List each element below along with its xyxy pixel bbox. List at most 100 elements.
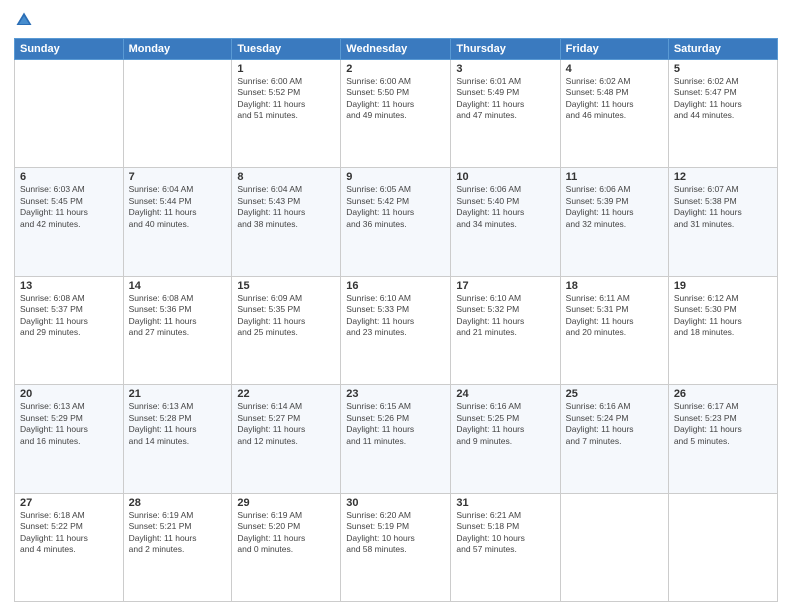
header: [14, 10, 778, 30]
day-detail: Sunrise: 6:02 AMSunset: 5:48 PMDaylight:…: [566, 76, 663, 122]
day-number: 9: [346, 171, 445, 183]
calendar-cell: [668, 493, 777, 601]
day-header-tuesday: Tuesday: [232, 39, 341, 60]
day-number: 22: [237, 388, 335, 400]
calendar-week-0: 1Sunrise: 6:00 AMSunset: 5:52 PMDaylight…: [15, 60, 778, 168]
day-number: 26: [674, 388, 772, 400]
calendar-cell: 20Sunrise: 6:13 AMSunset: 5:29 PMDayligh…: [15, 385, 124, 493]
calendar-cell: [560, 493, 668, 601]
calendar-cell: 29Sunrise: 6:19 AMSunset: 5:20 PMDayligh…: [232, 493, 341, 601]
calendar-cell: 9Sunrise: 6:05 AMSunset: 5:42 PMDaylight…: [341, 168, 451, 276]
day-number: 18: [566, 280, 663, 292]
day-detail: Sunrise: 6:05 AMSunset: 5:42 PMDaylight:…: [346, 184, 445, 230]
day-detail: Sunrise: 6:03 AMSunset: 5:45 PMDaylight:…: [20, 184, 118, 230]
day-detail: Sunrise: 6:11 AMSunset: 5:31 PMDaylight:…: [566, 293, 663, 339]
day-detail: Sunrise: 6:00 AMSunset: 5:52 PMDaylight:…: [237, 76, 335, 122]
day-detail: Sunrise: 6:02 AMSunset: 5:47 PMDaylight:…: [674, 76, 772, 122]
day-number: 5: [674, 63, 772, 75]
calendar-cell: 28Sunrise: 6:19 AMSunset: 5:21 PMDayligh…: [123, 493, 232, 601]
day-number: 12: [674, 171, 772, 183]
day-detail: Sunrise: 6:13 AMSunset: 5:29 PMDaylight:…: [20, 401, 118, 447]
day-detail: Sunrise: 6:06 AMSunset: 5:40 PMDaylight:…: [456, 184, 554, 230]
day-detail: Sunrise: 6:04 AMSunset: 5:43 PMDaylight:…: [237, 184, 335, 230]
day-detail: Sunrise: 6:06 AMSunset: 5:39 PMDaylight:…: [566, 184, 663, 230]
day-detail: Sunrise: 6:19 AMSunset: 5:21 PMDaylight:…: [129, 510, 227, 556]
calendar-cell: 21Sunrise: 6:13 AMSunset: 5:28 PMDayligh…: [123, 385, 232, 493]
day-number: 14: [129, 280, 227, 292]
day-detail: Sunrise: 6:16 AMSunset: 5:24 PMDaylight:…: [566, 401, 663, 447]
calendar-page: SundayMondayTuesdayWednesdayThursdayFrid…: [0, 0, 792, 612]
day-detail: Sunrise: 6:08 AMSunset: 5:36 PMDaylight:…: [129, 293, 227, 339]
day-detail: Sunrise: 6:09 AMSunset: 5:35 PMDaylight:…: [237, 293, 335, 339]
day-header-friday: Friday: [560, 39, 668, 60]
calendar-cell: 13Sunrise: 6:08 AMSunset: 5:37 PMDayligh…: [15, 276, 124, 384]
calendar-cell: 14Sunrise: 6:08 AMSunset: 5:36 PMDayligh…: [123, 276, 232, 384]
calendar-cell: 4Sunrise: 6:02 AMSunset: 5:48 PMDaylight…: [560, 60, 668, 168]
calendar-cell: 1Sunrise: 6:00 AMSunset: 5:52 PMDaylight…: [232, 60, 341, 168]
day-number: 23: [346, 388, 445, 400]
day-detail: Sunrise: 6:20 AMSunset: 5:19 PMDaylight:…: [346, 510, 445, 556]
day-number: 31: [456, 497, 554, 509]
day-number: 17: [456, 280, 554, 292]
day-header-monday: Monday: [123, 39, 232, 60]
day-header-sunday: Sunday: [15, 39, 124, 60]
calendar-cell: 16Sunrise: 6:10 AMSunset: 5:33 PMDayligh…: [341, 276, 451, 384]
day-number: 30: [346, 497, 445, 509]
day-number: 3: [456, 63, 554, 75]
calendar-table: SundayMondayTuesdayWednesdayThursdayFrid…: [14, 38, 778, 602]
day-number: 6: [20, 171, 118, 183]
day-number: 15: [237, 280, 335, 292]
calendar-cell: 11Sunrise: 6:06 AMSunset: 5:39 PMDayligh…: [560, 168, 668, 276]
day-detail: Sunrise: 6:12 AMSunset: 5:30 PMDaylight:…: [674, 293, 772, 339]
calendar-cell: 25Sunrise: 6:16 AMSunset: 5:24 PMDayligh…: [560, 385, 668, 493]
day-number: 25: [566, 388, 663, 400]
calendar-cell: 5Sunrise: 6:02 AMSunset: 5:47 PMDaylight…: [668, 60, 777, 168]
calendar-cell: 8Sunrise: 6:04 AMSunset: 5:43 PMDaylight…: [232, 168, 341, 276]
day-number: 21: [129, 388, 227, 400]
day-detail: Sunrise: 6:10 AMSunset: 5:32 PMDaylight:…: [456, 293, 554, 339]
day-number: 28: [129, 497, 227, 509]
day-detail: Sunrise: 6:07 AMSunset: 5:38 PMDaylight:…: [674, 184, 772, 230]
logo: [14, 10, 38, 30]
day-number: 13: [20, 280, 118, 292]
calendar-cell: 22Sunrise: 6:14 AMSunset: 5:27 PMDayligh…: [232, 385, 341, 493]
day-number: 4: [566, 63, 663, 75]
day-number: 10: [456, 171, 554, 183]
day-header-saturday: Saturday: [668, 39, 777, 60]
day-number: 29: [237, 497, 335, 509]
calendar-cell: 17Sunrise: 6:10 AMSunset: 5:32 PMDayligh…: [451, 276, 560, 384]
calendar-cell: 27Sunrise: 6:18 AMSunset: 5:22 PMDayligh…: [15, 493, 124, 601]
calendar-cell: 31Sunrise: 6:21 AMSunset: 5:18 PMDayligh…: [451, 493, 560, 601]
calendar-header-row: SundayMondayTuesdayWednesdayThursdayFrid…: [15, 39, 778, 60]
day-detail: Sunrise: 6:10 AMSunset: 5:33 PMDaylight:…: [346, 293, 445, 339]
day-number: 16: [346, 280, 445, 292]
day-detail: Sunrise: 6:16 AMSunset: 5:25 PMDaylight:…: [456, 401, 554, 447]
day-detail: Sunrise: 6:00 AMSunset: 5:50 PMDaylight:…: [346, 76, 445, 122]
logo-icon: [14, 10, 34, 30]
calendar-cell: 19Sunrise: 6:12 AMSunset: 5:30 PMDayligh…: [668, 276, 777, 384]
day-number: 11: [566, 171, 663, 183]
day-detail: Sunrise: 6:15 AMSunset: 5:26 PMDaylight:…: [346, 401, 445, 447]
calendar-cell: 12Sunrise: 6:07 AMSunset: 5:38 PMDayligh…: [668, 168, 777, 276]
day-detail: Sunrise: 6:18 AMSunset: 5:22 PMDaylight:…: [20, 510, 118, 556]
calendar-cell: 18Sunrise: 6:11 AMSunset: 5:31 PMDayligh…: [560, 276, 668, 384]
day-number: 2: [346, 63, 445, 75]
day-detail: Sunrise: 6:01 AMSunset: 5:49 PMDaylight:…: [456, 76, 554, 122]
day-number: 20: [20, 388, 118, 400]
calendar-cell: [123, 60, 232, 168]
day-detail: Sunrise: 6:17 AMSunset: 5:23 PMDaylight:…: [674, 401, 772, 447]
day-number: 24: [456, 388, 554, 400]
calendar-week-1: 6Sunrise: 6:03 AMSunset: 5:45 PMDaylight…: [15, 168, 778, 276]
calendar-cell: 7Sunrise: 6:04 AMSunset: 5:44 PMDaylight…: [123, 168, 232, 276]
calendar-cell: [15, 60, 124, 168]
calendar-week-3: 20Sunrise: 6:13 AMSunset: 5:29 PMDayligh…: [15, 385, 778, 493]
calendar-cell: 6Sunrise: 6:03 AMSunset: 5:45 PMDaylight…: [15, 168, 124, 276]
day-detail: Sunrise: 6:14 AMSunset: 5:27 PMDaylight:…: [237, 401, 335, 447]
day-number: 19: [674, 280, 772, 292]
day-detail: Sunrise: 6:08 AMSunset: 5:37 PMDaylight:…: [20, 293, 118, 339]
calendar-cell: 23Sunrise: 6:15 AMSunset: 5:26 PMDayligh…: [341, 385, 451, 493]
day-number: 8: [237, 171, 335, 183]
calendar-cell: 30Sunrise: 6:20 AMSunset: 5:19 PMDayligh…: [341, 493, 451, 601]
day-header-wednesday: Wednesday: [341, 39, 451, 60]
day-detail: Sunrise: 6:13 AMSunset: 5:28 PMDaylight:…: [129, 401, 227, 447]
